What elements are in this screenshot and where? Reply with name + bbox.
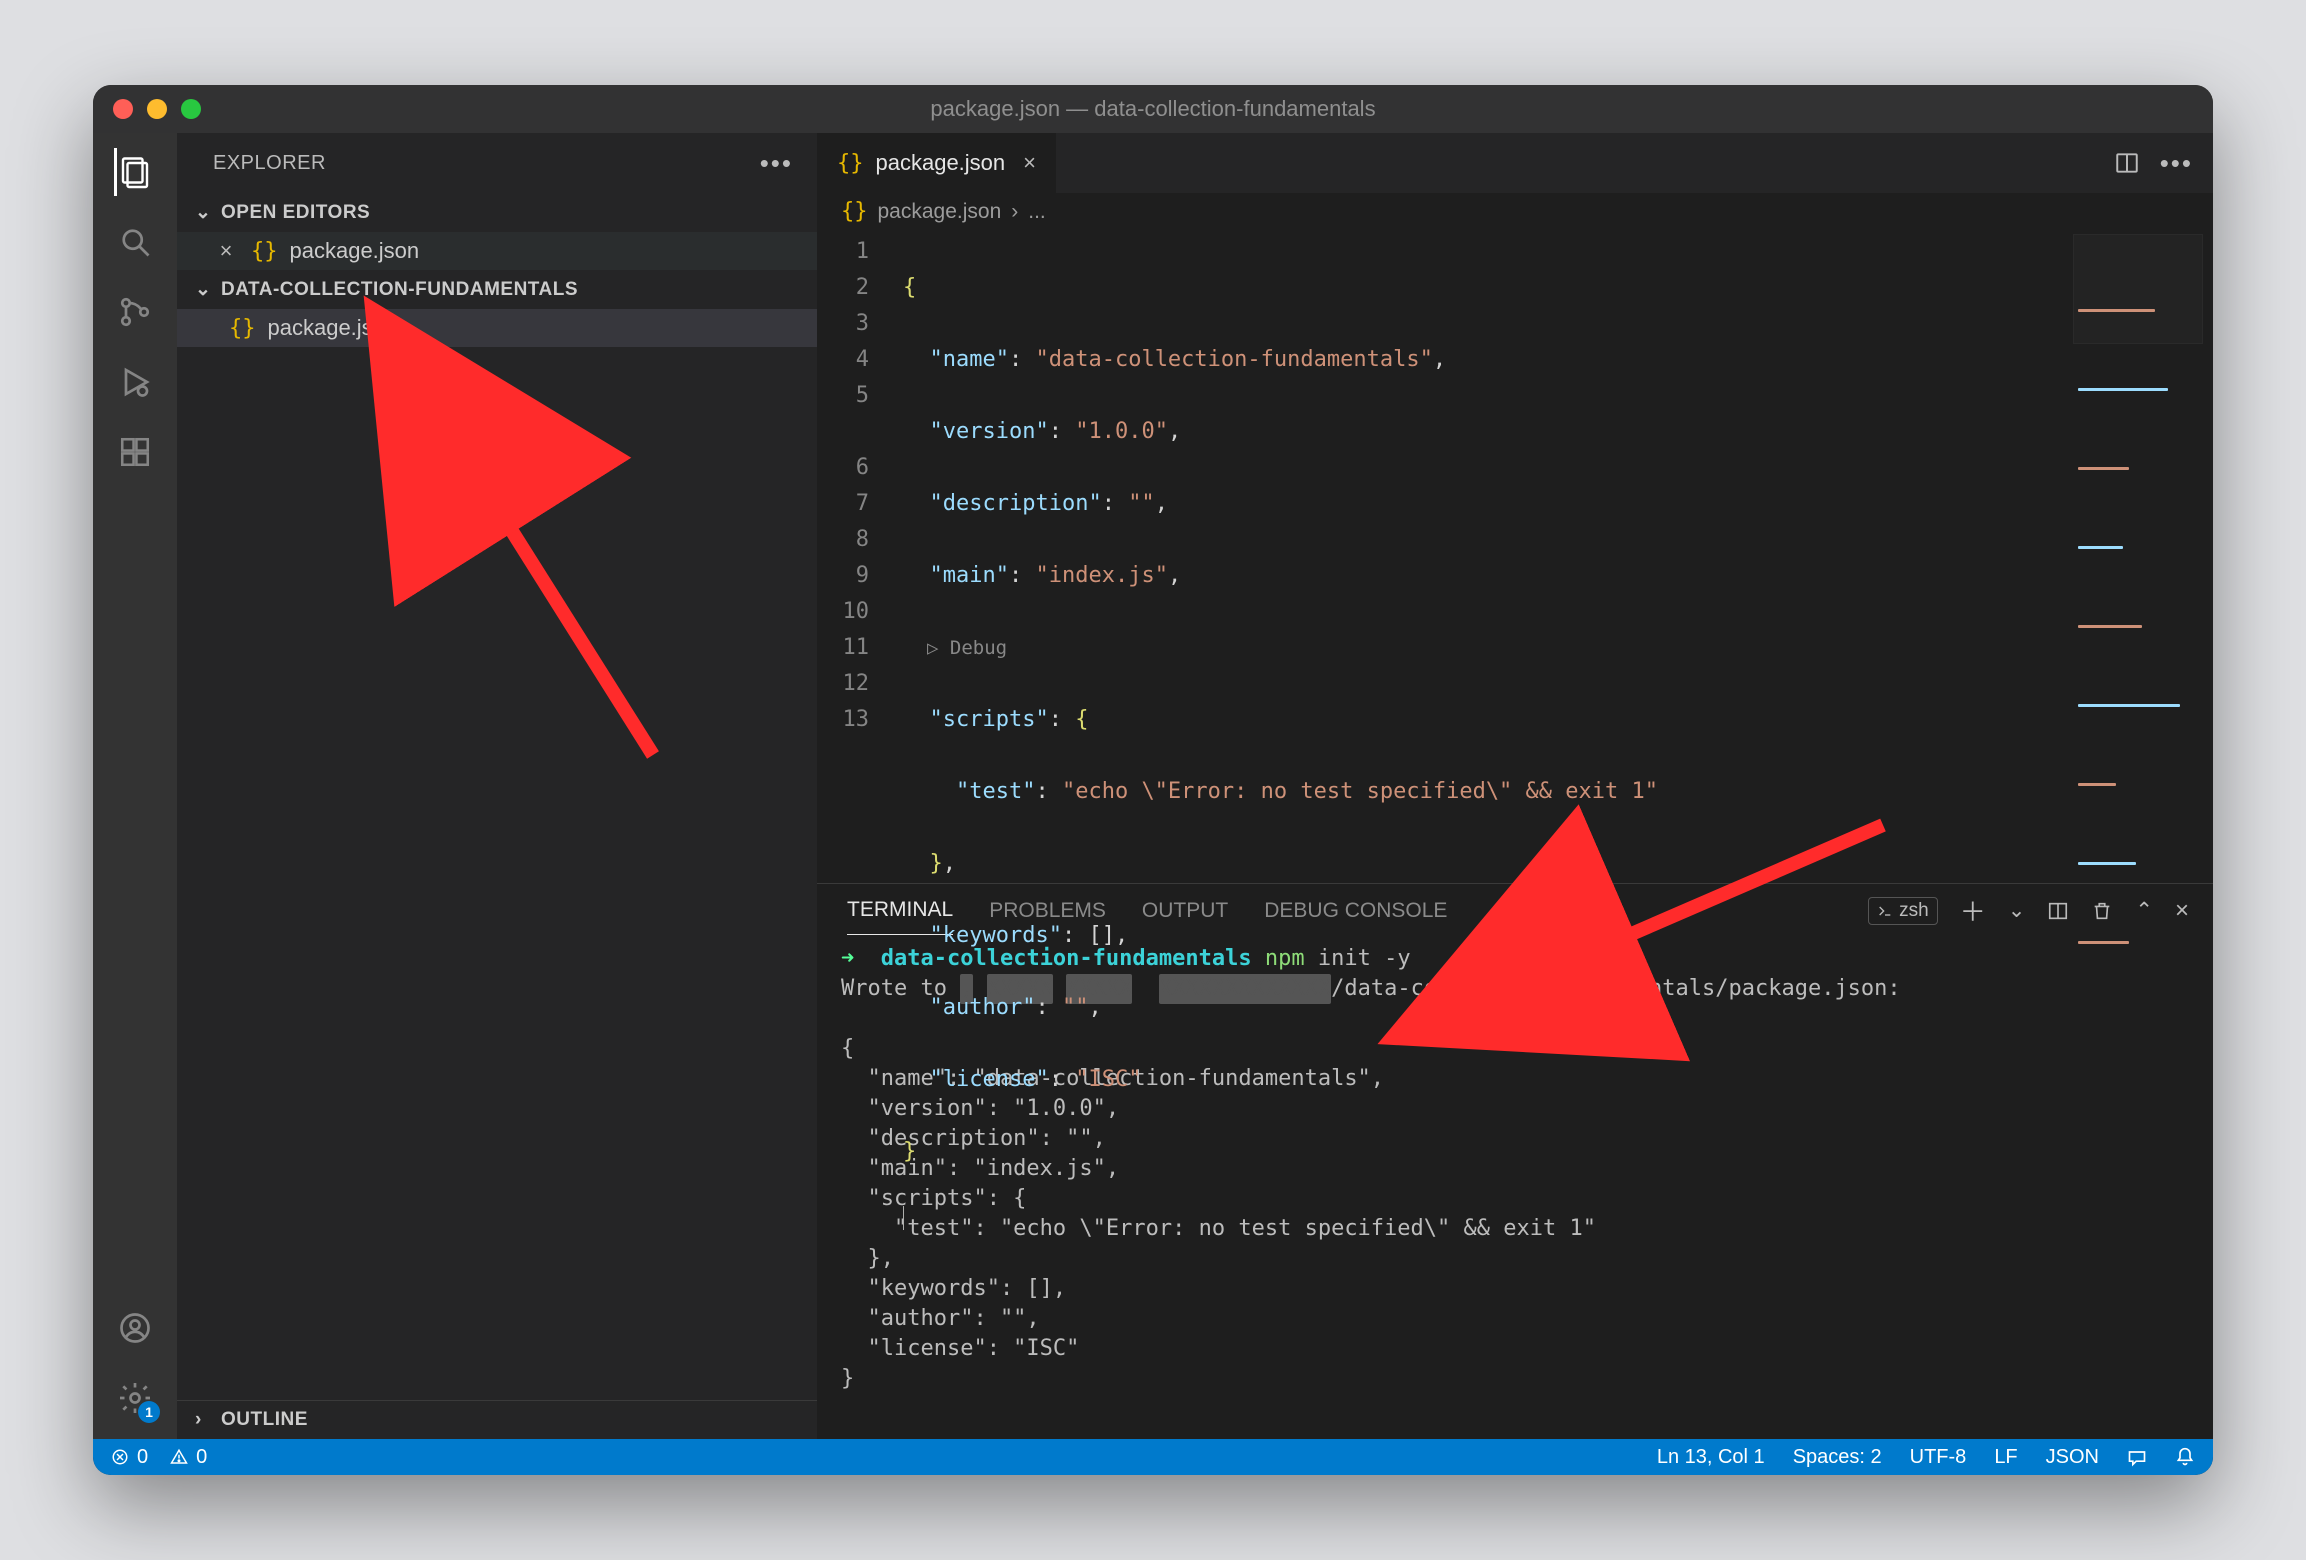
breadcrumb[interactable]: {} package.json › ... [817,193,2213,230]
outline-section[interactable]: › OUTLINE [177,1400,817,1439]
code-editor[interactable]: 12345 678910111213 { "name": "data-colle… [817,230,2213,883]
minimize-window-button[interactable] [147,99,167,119]
file-name: package.json [268,315,398,341]
run-debug-icon[interactable] [114,361,156,403]
sidebar-header: EXPLORER ••• [177,133,817,193]
json-file-icon: {} [837,151,864,176]
chevron-down-icon: ⌄ [195,278,213,301]
breadcrumb-tail: ... [1028,200,1046,224]
feedback-icon[interactable] [2127,1447,2147,1467]
chevron-right-icon: › [195,1409,213,1431]
traffic-lights [113,99,201,119]
search-icon[interactable] [114,221,156,263]
extensions-icon[interactable] [114,431,156,473]
editor-area: {} package.json × ••• {} package.json › … [817,133,2213,1439]
minimap[interactable] [2073,234,2203,344]
status-eol[interactable]: LF [1994,1446,2017,1469]
line-gutter: 12345 678910111213 [817,230,887,883]
tab-filename: package.json [876,150,1006,176]
code-content[interactable]: { "name": "data-collection-fundamentals"… [887,230,2213,883]
activity-bar: 1 [93,133,177,1439]
vscode-window: package.json — data-collection-fundament… [93,85,2213,1475]
open-editors-section[interactable]: ⌄ OPEN EDITORS [177,193,817,232]
editor-tab[interactable]: {} package.json × [817,133,1057,193]
close-editor-icon[interactable]: × [213,238,239,264]
scm-icon[interactable] [114,291,156,333]
folder-section[interactable]: ⌄ DATA-COLLECTION-FUNDAMENTALS [177,270,817,309]
notifications-icon[interactable] [2175,1447,2195,1467]
split-editor-icon[interactable] [2114,150,2140,176]
editor-tabs: {} package.json × ••• [817,133,2213,193]
close-tab-icon[interactable]: × [1023,150,1036,176]
zoom-window-button[interactable] [181,99,201,119]
open-editor-item[interactable]: × {} package.json [177,232,817,270]
status-encoding[interactable]: UTF-8 [1910,1446,1967,1469]
window-title: package.json — data-collection-fundament… [93,96,2213,122]
more-actions-icon[interactable]: ••• [760,148,793,179]
settings-badge: 1 [138,1401,160,1423]
json-file-icon: {} [251,239,278,264]
json-file-icon: {} [841,199,868,224]
explorer-sidebar: EXPLORER ••• ⌄ OPEN EDITORS × {} package… [177,133,817,1439]
close-window-button[interactable] [113,99,133,119]
status-bar: 0 0 Ln 13, Col 1 Spaces: 2 UTF-8 LF JSON [93,1439,2213,1475]
status-ln-col[interactable]: Ln 13, Col 1 [1657,1446,1765,1469]
titlebar: package.json — data-collection-fundament… [93,85,2213,133]
status-warnings[interactable]: 0 [170,1446,207,1469]
json-file-icon: {} [229,316,256,341]
status-errors[interactable]: 0 [111,1446,148,1469]
explorer-icon[interactable] [114,151,156,193]
status-language[interactable]: JSON [2046,1446,2099,1469]
settings-gear-icon[interactable]: 1 [114,1377,156,1419]
file-tree-item[interactable]: {} package.json [177,309,817,347]
accounts-icon[interactable] [114,1307,156,1349]
more-editor-actions-icon[interactable]: ••• [2160,148,2193,179]
open-editor-filename: package.json [290,238,420,264]
chevron-down-icon: ⌄ [195,201,213,224]
sidebar-title: EXPLORER [213,152,326,175]
status-indent[interactable]: Spaces: 2 [1793,1446,1882,1469]
breadcrumb-file: package.json [878,200,1002,224]
